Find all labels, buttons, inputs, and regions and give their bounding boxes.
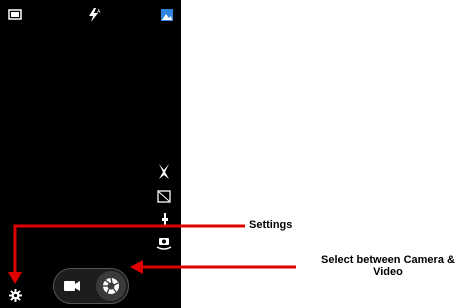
mode-switch-caption: Select between Camera & Video <box>302 254 474 278</box>
mode-switch-caption-line1: Select between Camera & <box>321 254 455 266</box>
settings-arrowhead <box>8 272 22 284</box>
mode-switch-arrowhead <box>130 260 143 274</box>
settings-caption: Settings <box>249 219 293 231</box>
mode-switch-caption-line2: Video <box>373 266 403 278</box>
